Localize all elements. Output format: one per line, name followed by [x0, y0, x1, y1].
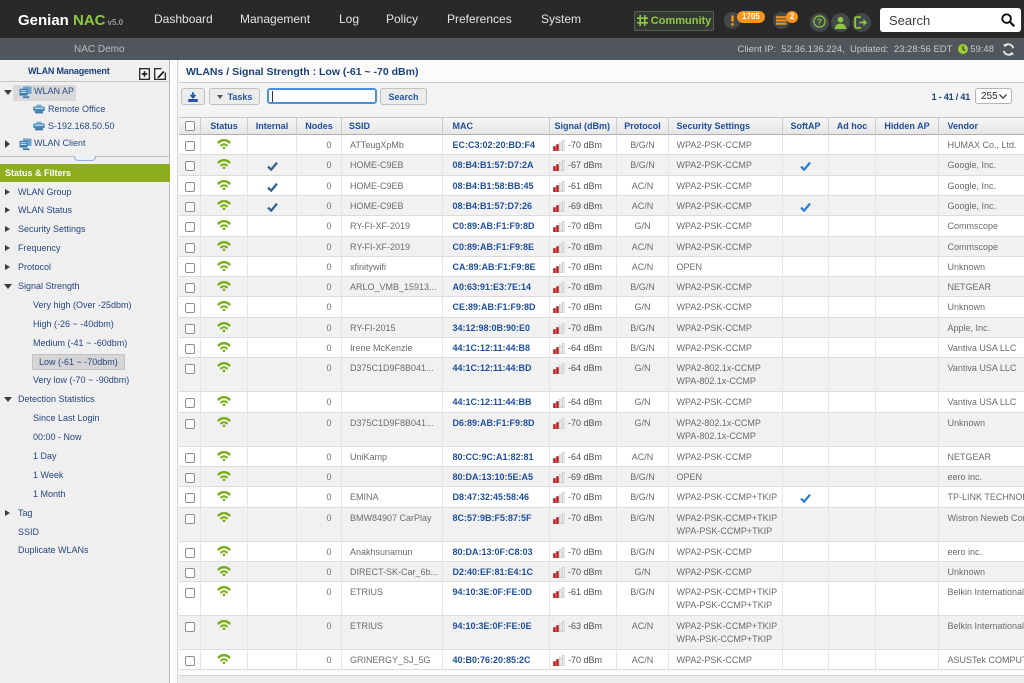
svg-text:?: ? — [817, 16, 822, 26]
